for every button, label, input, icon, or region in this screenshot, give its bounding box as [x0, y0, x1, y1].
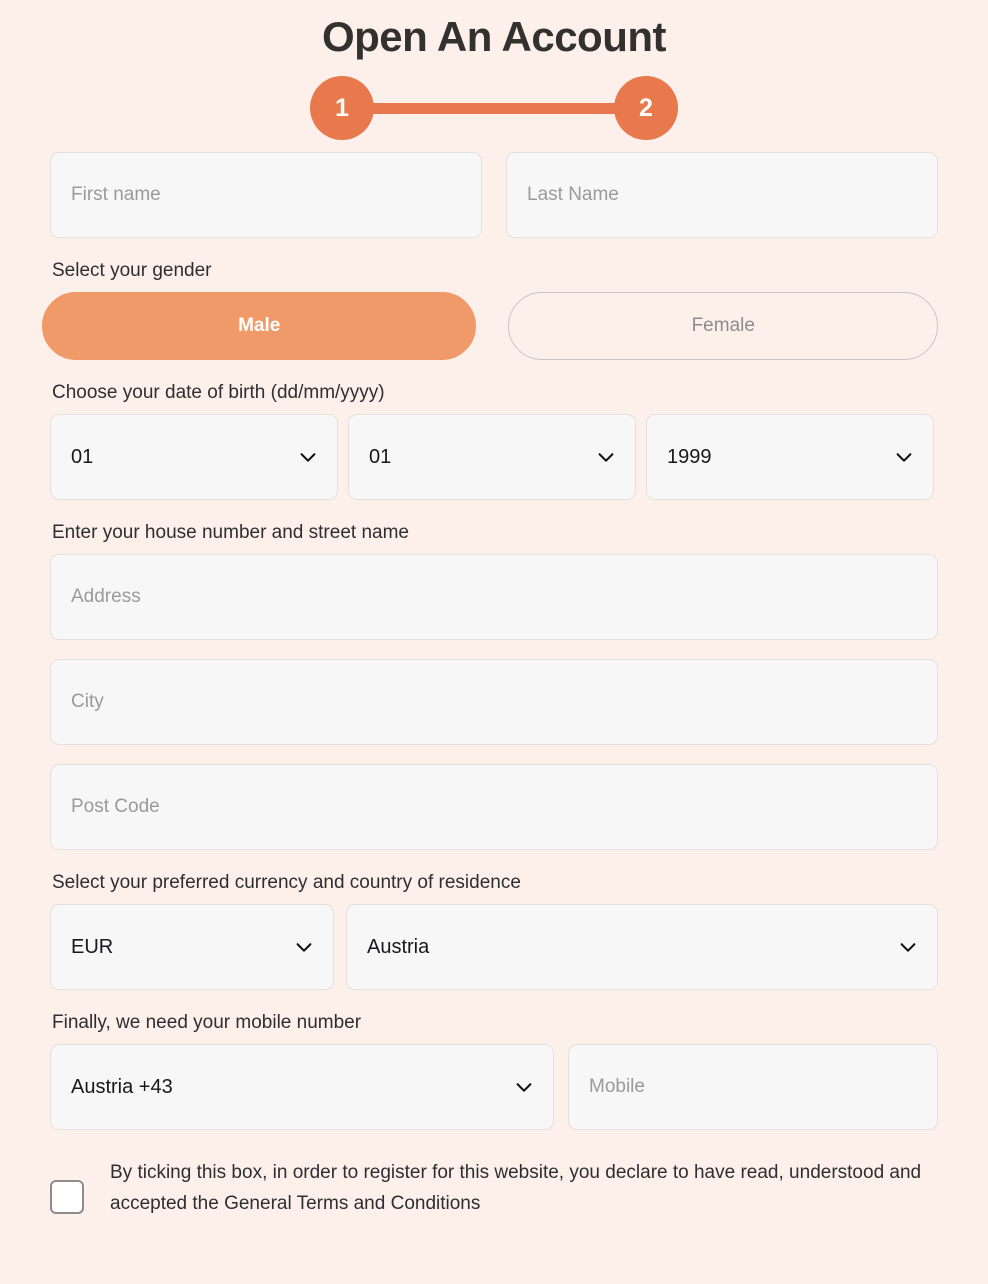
gender-option-female[interactable]: Female: [508, 292, 938, 361]
gender-label: Select your gender: [52, 260, 212, 282]
first-name-input[interactable]: First name: [50, 152, 482, 239]
date-of-birth-row: 01 01 1999: [50, 414, 938, 501]
gender-row: Male Female: [42, 292, 938, 361]
chevron-down-icon: [300, 453, 316, 462]
dob-day-select[interactable]: 01: [50, 414, 338, 501]
step-indicator-1[interactable]: 1: [310, 76, 374, 141]
post-code-input[interactable]: Post Code: [50, 764, 938, 851]
dob-year-value: 1999: [667, 445, 712, 468]
open-account-page: Open An Account 1 2 First name Last Name…: [0, 0, 988, 1284]
gender-option-male[interactable]: Male: [42, 292, 477, 361]
chevron-down-icon: [296, 943, 312, 952]
last-name-input[interactable]: Last Name: [506, 152, 938, 239]
name-row: First name Last Name: [50, 152, 938, 239]
chevron-down-icon: [516, 1083, 532, 1092]
dob-month-value: 01: [369, 445, 392, 468]
chevron-down-icon: [896, 453, 912, 462]
dob-month-select[interactable]: 01: [348, 414, 636, 501]
dob-day-value: 01: [71, 445, 94, 468]
mobile-country-code-select[interactable]: Austria +43: [50, 1044, 554, 1131]
city-input[interactable]: City: [50, 659, 938, 746]
terms-text: By ticking this box, in order to registe…: [110, 1162, 922, 1214]
chevron-down-icon: [900, 943, 916, 952]
progress-stepper: 1 2: [50, 68, 938, 148]
address-label: Enter your house number and street name: [52, 522, 409, 544]
address-input[interactable]: Address: [50, 554, 938, 641]
country-select[interactable]: Austria: [346, 904, 938, 991]
mobile-label: Finally, we need your mobile number: [52, 1012, 362, 1034]
mobile-row: Austria +43 Mobile: [50, 1044, 938, 1131]
page-title: Open An Account: [321, 13, 667, 60]
mobile-country-code-value: Austria +43: [71, 1075, 173, 1098]
step-connector-bar: [368, 102, 620, 114]
mobile-number-input[interactable]: Mobile: [568, 1044, 938, 1131]
dob-year-select[interactable]: 1999: [646, 414, 934, 501]
currency-value: EUR: [71, 935, 114, 958]
country-value: Austria: [367, 935, 430, 958]
currency-country-label: Select your preferred currency and count…: [52, 872, 521, 894]
chevron-down-icon: [598, 453, 614, 462]
date-of-birth-label: Choose your date of birth (dd/mm/yyyy): [52, 382, 385, 404]
step-indicator-2[interactable]: 2: [614, 76, 678, 141]
currency-country-row: EUR Austria: [50, 904, 938, 991]
terms-row: By ticking this box, in order to registe…: [50, 1158, 938, 1220]
currency-select[interactable]: EUR: [50, 904, 334, 991]
terms-checkbox[interactable]: [50, 1180, 84, 1215]
